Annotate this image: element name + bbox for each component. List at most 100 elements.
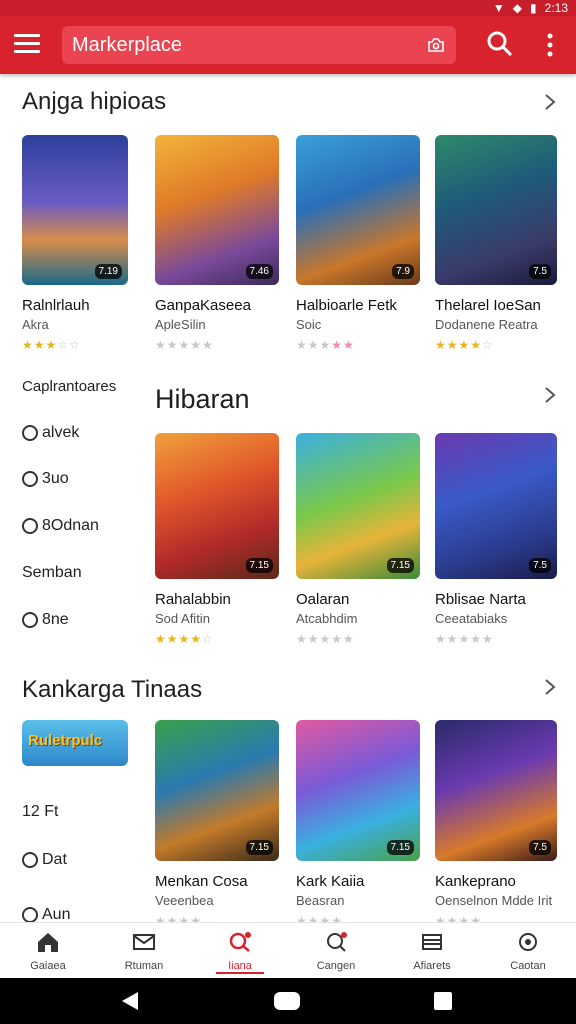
pin-icon <box>22 471 38 487</box>
app-thumbnail[interactable]: 7.19 <box>22 135 128 285</box>
app-subtitle: Oenselnon Mdde Irit <box>435 893 553 908</box>
side-menu-heading: Caplrantoares <box>22 378 117 395</box>
app-title: Rahalabbin <box>155 591 231 608</box>
app-subtitle: Atcabhdim <box>296 611 358 626</box>
tag-icon <box>22 518 38 534</box>
settings-icon <box>519 933 537 951</box>
nav-settings[interactable]: Caotan <box>480 923 576 978</box>
app-thumbnail[interactable]: 7.15 <box>296 720 420 861</box>
star-rating: ★★★★★ <box>296 632 355 646</box>
clock-icon <box>22 907 38 923</box>
search-icon[interactable] <box>486 30 514 58</box>
app-subtitle: Sod Afitin <box>155 611 210 626</box>
star-rating: ★★★★★ <box>435 632 494 646</box>
app-subtitle: ApleSilin <box>155 317 206 332</box>
app-card[interactable]: 7.46 GanpaKaseea ApleSilin ★★★★★ <box>155 135 279 352</box>
star-rating: ★★★☆☆ <box>22 338 81 352</box>
star-rating: ★★★★☆ <box>435 338 494 352</box>
search-icon <box>229 932 251 952</box>
app-title: Oalaran <box>296 591 350 608</box>
side-menu-item[interactable]: Semban <box>22 564 82 582</box>
star-rating: ★★★★☆ <box>155 632 214 646</box>
check-icon <box>22 612 38 628</box>
app-thumbnail[interactable]: 7.9 <box>296 135 420 285</box>
rating-badge: 7.15 <box>245 840 273 855</box>
side-menu-item[interactable]: alvek <box>22 424 79 442</box>
chevron-right-icon[interactable] <box>542 386 558 404</box>
chevron-right-icon[interactable] <box>542 678 558 696</box>
bottom-navigation: Gaiaea Rtuman Iiana Cangen Afiarets Caot… <box>0 922 576 978</box>
app-card[interactable]: 7.5 Rblisae Narta Ceeatabiaks ★★★★★ <box>435 433 559 646</box>
app-subtitle: Akra <box>22 317 49 332</box>
side-menu-item[interactable]: 8ne <box>22 611 69 629</box>
home-icon <box>38 933 58 952</box>
app-thumbnail[interactable]: 7.5 <box>435 433 557 579</box>
nav-profile[interactable]: Cangen <box>288 923 384 978</box>
app-title: Rblisae Narta <box>435 591 526 608</box>
app-thumbnail[interactable]: 7.15 <box>155 720 279 861</box>
status-time: 2:13 <box>544 1 568 15</box>
heart-icon <box>22 852 38 868</box>
app-title: Halbioarle Fetk <box>296 297 397 314</box>
rating-badge: 7.5 <box>529 840 551 855</box>
app-card[interactable]: 7.5 Thelarel IoeSan Dodanene Reatra ★★★★… <box>435 135 559 352</box>
app-card[interactable]: 7.15 Kark Kaiia Beasran ★★★★ <box>296 720 420 928</box>
menu-icon[interactable] <box>14 34 40 56</box>
rating-badge: 7.15 <box>386 840 414 855</box>
side-bottom-item[interactable]: 12 Ft <box>22 803 58 821</box>
wifi-icon: ◆ <box>512 1 523 15</box>
app-thumbnail[interactable]: 7.15 <box>155 433 279 579</box>
nav-mail[interactable]: Rtuman <box>96 923 192 978</box>
nav-home[interactable]: Gaiaea <box>0 923 96 978</box>
rating-badge: 7.9 <box>392 264 414 279</box>
battery-icon: ▮ <box>530 1 537 15</box>
recents-icon[interactable] <box>434 992 452 1010</box>
app-title: Thelarel IoeSan <box>435 297 541 314</box>
app-subtitle: Dodanene Reatra <box>435 317 538 332</box>
app-subtitle: Beasran <box>296 893 345 908</box>
search-input[interactable]: Markerplace <box>72 34 182 57</box>
rating-badge: 7.15 <box>245 558 273 573</box>
mail-icon <box>133 934 155 950</box>
rating-badge: 7.46 <box>245 264 273 279</box>
app-subtitle: Soic <box>296 317 322 332</box>
promo-banner[interactable]: Ruletrpulc <box>22 720 128 766</box>
search-bar[interactable]: Markerplace <box>62 26 456 64</box>
app-title: Kark Kaiia <box>296 873 365 890</box>
app-card[interactable]: 7.15 Oalaran Atcabhdim ★★★★★ <box>296 433 420 646</box>
app-card[interactable]: 7.15 Menkan Cosa Veeenbea ★★★★ <box>155 720 279 928</box>
home-button[interactable] <box>274 992 300 1010</box>
rating-badge: 7.15 <box>386 558 414 573</box>
app-thumbnail[interactable]: 7.15 <box>296 433 420 579</box>
app-card[interactable]: 7.19 Ralnlrlauh Akra ★★★☆☆ <box>22 135 146 352</box>
signal-icon: ▼ <box>492 1 505 15</box>
chevron-right-icon[interactable] <box>542 93 558 111</box>
app-thumbnail[interactable]: 7.46 <box>155 135 279 285</box>
app-title: GanpaKaseea <box>155 297 251 314</box>
star-rating: ★★★★★ <box>296 338 355 352</box>
rating-badge: 7.19 <box>94 264 122 279</box>
back-icon[interactable] <box>122 992 138 1010</box>
nav-list[interactable]: Afiarets <box>384 923 480 978</box>
side-menu-item[interactable]: 3uo <box>22 470 69 488</box>
section-title: Hibaran <box>155 384 250 414</box>
app-card[interactable]: 7.9 Halbioarle Fetk Soic ★★★★★ <box>296 135 420 352</box>
side-menu-item[interactable]: 8Odnan <box>22 517 99 535</box>
app-title: Menkan Cosa <box>155 873 248 890</box>
rating-badge: 7.5 <box>529 558 551 573</box>
side-bottom-item[interactable]: Dat <box>22 851 67 869</box>
clock-icon <box>22 425 38 441</box>
app-thumbnail[interactable]: 7.5 <box>435 135 557 285</box>
app-subtitle: Ceeatabiaks <box>435 611 508 626</box>
list-icon <box>422 934 442 950</box>
app-thumbnail[interactable]: 7.5 <box>435 720 557 861</box>
app-title: Ralnlrlauh <box>22 297 90 314</box>
system-nav-bar <box>0 978 576 1024</box>
nav-search[interactable]: Iiana <box>192 923 288 978</box>
camera-icon[interactable] <box>426 35 446 55</box>
more-icon[interactable] <box>540 30 560 60</box>
app-bar: Markerplace <box>0 16 576 74</box>
promo-text: Ruletrpulc <box>28 732 103 749</box>
app-card[interactable]: 7.15 Rahalabbin Sod Afitin ★★★★☆ <box>155 433 279 646</box>
app-card[interactable]: 7.5 Kankeprano Oenselnon Mdde Irit ★★★★ <box>435 720 559 928</box>
